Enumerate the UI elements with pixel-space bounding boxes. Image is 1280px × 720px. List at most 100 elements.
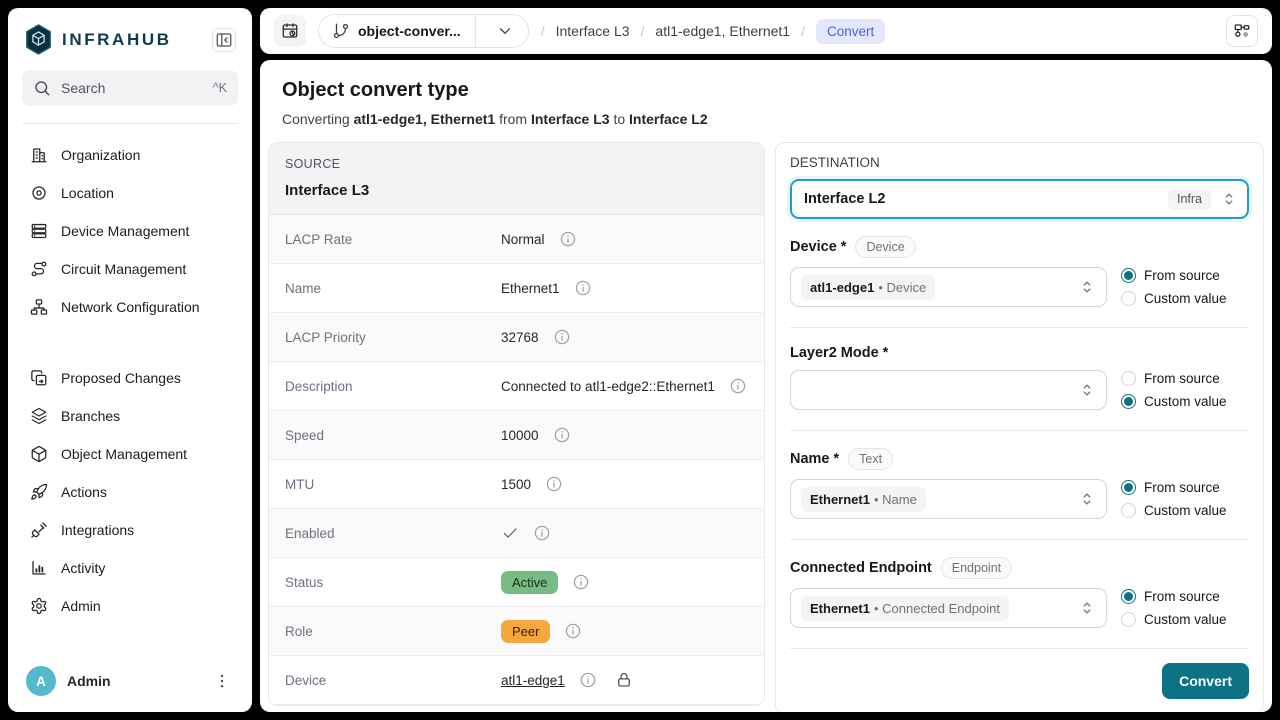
connected-endpoint-select[interactable]: Ethernet1Connected Endpoint [790,588,1107,628]
breadcrumb-convert[interactable]: Convert [816,19,885,44]
field-label: Device * [790,239,846,255]
panels: SOURCE Interface L3 LACP Rate Normal Nam… [268,142,1264,712]
info-icon[interactable] [553,328,571,346]
infrahub-logo-icon [24,24,53,55]
sidebar-item-object-management[interactable]: Object Management [22,435,238,473]
layers-icon [30,407,48,425]
field-label-row: Connected Endpoint Endpoint [790,557,1249,579]
row-label: Device [285,673,501,688]
selected-value: Ethernet1 [810,492,870,507]
row-value: Connected to atl1-edge2::Ethernet1 [501,379,715,394]
source-panel-label: SOURCE [285,157,748,171]
subtitle-text: Converting [282,111,354,127]
main-content: Object convert type Converting atl1-edge… [260,60,1272,712]
page-title: Object convert type [282,79,1250,102]
search-input[interactable]: Search ^K [22,70,238,106]
row-value: 32768 [501,330,539,345]
convert-button[interactable]: Convert [1162,663,1249,699]
row-label: LACP Rate [285,232,501,247]
row-value-wrap: Normal [501,230,577,248]
radio-from-source[interactable]: From source [1121,268,1249,283]
info-icon[interactable] [579,671,597,689]
device-link[interactable]: atl1-edge1 [501,673,565,688]
sidebar-collapse-button[interactable] [212,28,236,52]
sidebar-item-label: Circuit Management [61,261,186,277]
chevrons-up-down-icon [1078,490,1096,508]
sidebar-item-network-configuration[interactable]: Network Configuration [22,288,238,326]
radio-custom-value[interactable]: Custom value [1121,612,1249,627]
destination-footer: Convert [790,649,1249,699]
info-icon[interactable] [729,377,747,395]
breadcrumb-object[interactable]: atl1-edge1, Ethernet1 [655,23,790,39]
avatar: A [26,666,56,696]
sidebar-item-admin[interactable]: Admin [22,587,238,625]
source-mode-radios: From source Custom value [1121,371,1249,409]
info-icon[interactable] [533,524,551,542]
name-select[interactable]: Ethernet1Name [790,479,1107,519]
device-select[interactable]: atl1-edge1Device [790,267,1107,307]
field-device: Device * Device atl1-edge1Device From so… [790,219,1249,328]
proposed-changes-icon [30,369,48,387]
row-value-wrap: 32768 [501,328,571,346]
row-label: Status [285,575,501,590]
destination-type-value: Interface L2 [804,191,885,207]
sidebar-item-circuit-management[interactable]: Circuit Management [22,250,238,288]
field-name: Name * Text Ethernet1Name From source Cu… [790,431,1249,540]
table-row: Status Active [269,558,764,607]
sidebar-item-location[interactable]: Location [22,174,238,212]
right-column: object-conver... / Interface L3 / atl1-e… [260,8,1272,712]
row-value: 1500 [501,477,531,492]
table-row: Speed 10000 [269,411,764,460]
field-connected-endpoint: Connected Endpoint Endpoint Ethernet1Con… [790,540,1249,649]
search-label: Search [61,80,105,96]
sidebar-item-organization[interactable]: Organization [22,136,238,174]
branch-name: object-conver... [358,23,461,39]
row-label: Description [285,379,501,394]
radio-from-source[interactable]: From source [1121,480,1249,495]
destination-type-select[interactable]: Interface L2 Infra [790,179,1249,219]
user-menu-button[interactable] [210,669,234,693]
row-label: Speed [285,428,501,443]
sidebar-item-label: Integrations [61,522,134,538]
schema-button[interactable] [1226,15,1258,47]
selected-value: Ethernet1 [810,601,870,616]
sidebar-item-device-management[interactable]: Device Management [22,212,238,250]
radio-custom-value[interactable]: Custom value [1121,503,1249,518]
layer2-mode-select[interactable] [790,370,1107,410]
radio-custom-value[interactable]: Custom value [1121,394,1249,409]
info-icon[interactable] [559,230,577,248]
info-icon[interactable] [553,426,571,444]
radio-icon [1121,612,1136,627]
info-icon[interactable] [574,279,592,297]
sidebar-item-proposed-changes[interactable]: Proposed Changes [22,359,238,397]
branch-selector[interactable]: object-conver... [318,14,529,48]
destination-panel-label: DESTINATION [790,155,1249,170]
source-mode-radios: From source Custom value [1121,268,1249,306]
info-icon[interactable] [545,475,563,493]
info-icon[interactable] [572,573,590,591]
branch-dropdown-toggle[interactable] [484,22,526,40]
sidebar-item-integrations[interactable]: Integrations [22,511,238,549]
table-row: Name Ethernet1 [269,264,764,313]
chevron-down-icon [496,22,514,40]
subtitle-text: to [610,111,629,127]
radio-custom-value[interactable]: Custom value [1121,291,1249,306]
info-icon[interactable] [564,622,582,640]
sidebar-item-activity[interactable]: Activity [22,549,238,587]
time-travel-button[interactable] [274,15,306,47]
table-row: Description Connected to atl1-edge2::Eth… [269,362,764,411]
radio-icon [1121,371,1136,386]
field-label: Layer2 Mode * [790,345,888,361]
field-row: Ethernet1Name From source Custom value [790,479,1249,519]
radio-label: Custom value [1144,394,1227,409]
row-label: Role [285,624,501,639]
radio-label: From source [1144,480,1220,495]
breadcrumb-interface-l3[interactable]: Interface L3 [556,23,630,39]
row-value-wrap: 10000 [501,426,571,444]
subtitle-from-type: Interface L3 [531,111,610,127]
radio-from-source[interactable]: From source [1121,371,1249,386]
sidebar-item-branches[interactable]: Branches [22,397,238,435]
field-layer2-mode: Layer2 Mode * From source Custom value [790,328,1249,431]
sidebar-item-actions[interactable]: Actions [22,473,238,511]
radio-from-source[interactable]: From source [1121,589,1249,604]
